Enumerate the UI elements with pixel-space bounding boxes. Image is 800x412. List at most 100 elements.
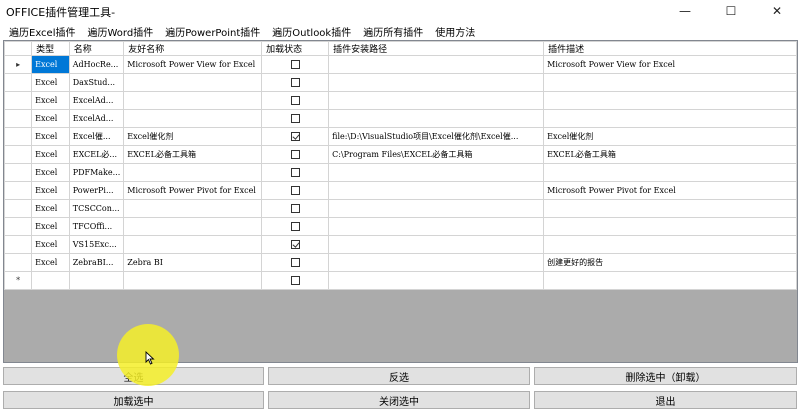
cell-name[interactable]: ZebraBI... — [68, 253, 125, 272]
cell-description[interactable]: 创建更好的报告 — [543, 253, 797, 272]
load-checkbox[interactable] — [290, 96, 300, 106]
invert-selection-button[interactable]: 反选 — [268, 367, 530, 385]
cell-name[interactable]: PDFMake... — [68, 163, 125, 182]
row-header[interactable] — [4, 235, 33, 254]
table-row[interactable]: Excel TCSCCon... — [4, 199, 797, 218]
cell-friendly-name[interactable] — [123, 217, 263, 236]
cell-description[interactable]: EXCEL必备工具箱 — [543, 145, 797, 164]
cell-friendly-name[interactable] — [123, 199, 263, 218]
cell-name[interactable]: EXCEL必... — [68, 145, 125, 164]
cell-friendly-name[interactable]: EXCEL必备工具箱 — [123, 145, 263, 164]
menu-item-powerpoint[interactable]: 遍历PowerPoint插件 — [159, 24, 266, 39]
cell-type[interactable]: Excel — [31, 163, 70, 182]
cell-description[interactable] — [543, 217, 797, 236]
cell-install-path[interactable] — [328, 73, 545, 92]
cell-description[interactable] — [543, 91, 797, 110]
table-row[interactable]: Excel ExcelAd... — [4, 109, 797, 128]
cell-load-state[interactable] — [261, 145, 330, 164]
cell-load-state[interactable] — [261, 73, 330, 92]
menu-item-outlook[interactable]: 遍历Outlook插件 — [266, 24, 357, 39]
row-header[interactable] — [4, 199, 33, 218]
cell-name[interactable]: PowerPi... — [68, 181, 125, 200]
cell-name[interactable]: TCSCCon... — [68, 199, 125, 218]
row-header[interactable] — [4, 253, 33, 272]
load-checkbox[interactable] — [290, 168, 300, 178]
load-checkbox[interactable] — [290, 276, 300, 286]
cell-type[interactable]: Excel — [31, 235, 70, 254]
cell-load-state[interactable] — [261, 55, 330, 74]
cell-load-state[interactable] — [261, 253, 330, 272]
cell-friendly-name[interactable]: Microsoft Power View for Excel — [123, 55, 263, 74]
cell-name[interactable]: DaxStud... — [68, 73, 125, 92]
table-row[interactable]: Excel PowerPi... Microsoft Power Pivot for… — [4, 181, 797, 200]
maximize-icon[interactable]: ☐ — [708, 0, 754, 22]
row-header[interactable] — [4, 73, 33, 92]
cell-type[interactable]: Excel — [31, 73, 70, 92]
cell-install-path[interactable] — [328, 199, 545, 218]
cell-type[interactable]: Excel — [31, 253, 70, 272]
load-checkbox[interactable] — [290, 150, 300, 160]
close-selected-button[interactable]: 关闭选中 — [268, 391, 530, 409]
table-row[interactable]: Excel ZebraBI... Zebra BI 创建更好的报告 — [4, 253, 797, 272]
load-checkbox[interactable] — [290, 258, 300, 268]
table-row[interactable]: Excel Excel催... Excel催化剂 file:\D:\VisualStu… — [4, 127, 797, 146]
cell-friendly-name[interactable] — [123, 109, 263, 128]
cell-install-path[interactable] — [328, 181, 545, 200]
new-cell-type[interactable] — [31, 271, 70, 290]
table-row[interactable]: Excel EXCEL必... EXCEL必备工具箱 C:\Program Files… — [4, 145, 797, 164]
cell-type[interactable]: Excel — [31, 145, 70, 164]
load-checkbox[interactable] — [290, 240, 300, 250]
cell-friendly-name[interactable]: Zebra BI — [123, 253, 263, 272]
cell-description[interactable]: Microsoft Power Pivot for Excel — [543, 181, 797, 200]
column-header-install-path[interactable]: 插件安装路径 — [328, 41, 545, 56]
cell-load-state[interactable] — [261, 127, 330, 146]
new-cell-description[interactable] — [543, 271, 797, 290]
cell-load-state[interactable] — [261, 163, 330, 182]
cell-description[interactable]: Excel催化剂 — [543, 127, 797, 146]
column-header-friendly-name[interactable]: 友好名称 — [123, 41, 263, 56]
cell-install-path[interactable]: file:\D:\VisualStudio项目\Excel催化剂\Excel催.… — [328, 127, 545, 146]
table-row[interactable]: Excel ExcelAd... — [4, 91, 797, 110]
cell-install-path[interactable] — [328, 109, 545, 128]
load-checkbox[interactable] — [290, 114, 300, 124]
cell-install-path[interactable] — [328, 253, 545, 272]
row-header[interactable] — [4, 181, 33, 200]
column-header-description[interactable]: 插件描述 — [543, 41, 797, 56]
new-row[interactable]: * — [4, 271, 797, 290]
load-selected-button[interactable]: 加载选中 — [3, 391, 264, 409]
corner-header[interactable] — [4, 41, 33, 56]
load-checkbox[interactable] — [290, 204, 300, 214]
row-header[interactable]: ▸ — [4, 55, 33, 74]
cell-type[interactable]: Excel — [31, 127, 70, 146]
column-header-load-state[interactable]: 加载状态 — [261, 41, 330, 56]
table-row[interactable]: Excel VS15Exc... — [4, 235, 797, 254]
load-checkbox[interactable] — [290, 132, 300, 142]
row-header[interactable] — [4, 217, 33, 236]
cell-description[interactable] — [543, 235, 797, 254]
menu-item-word[interactable]: 遍历Word插件 — [82, 24, 160, 39]
new-cell-load-state[interactable] — [261, 271, 330, 290]
column-header-type[interactable]: 类型 — [31, 41, 70, 56]
cell-type[interactable]: Excel — [31, 217, 70, 236]
cell-description[interactable] — [543, 163, 797, 182]
row-header[interactable] — [4, 163, 33, 182]
close-icon[interactable]: ✕ — [754, 0, 800, 22]
cell-type[interactable]: Excel — [31, 199, 70, 218]
row-header[interactable] — [4, 145, 33, 164]
new-cell-name[interactable] — [68, 271, 125, 290]
cell-type[interactable]: Excel — [31, 109, 70, 128]
cell-name[interactable]: AdHocRe... — [68, 55, 125, 74]
minimize-icon[interactable]: — — [662, 0, 708, 22]
row-header[interactable] — [4, 127, 33, 146]
cell-install-path[interactable]: C:\Program Files\EXCEL必备工具箱 — [328, 145, 545, 164]
cell-load-state[interactable] — [261, 109, 330, 128]
cell-friendly-name[interactable] — [123, 91, 263, 110]
exit-button[interactable]: 退出 — [534, 391, 797, 409]
new-cell-install-path[interactable] — [328, 271, 545, 290]
cell-description[interactable] — [543, 199, 797, 218]
cell-type[interactable]: Excel — [31, 91, 70, 110]
cell-type[interactable]: Excel — [31, 55, 70, 74]
delete-selected-button[interactable]: 删除选中（卸载） — [534, 367, 797, 385]
cell-description[interactable]: Microsoft Power View for Excel — [543, 55, 797, 74]
menu-item-all[interactable]: 遍历所有插件 — [357, 24, 429, 39]
